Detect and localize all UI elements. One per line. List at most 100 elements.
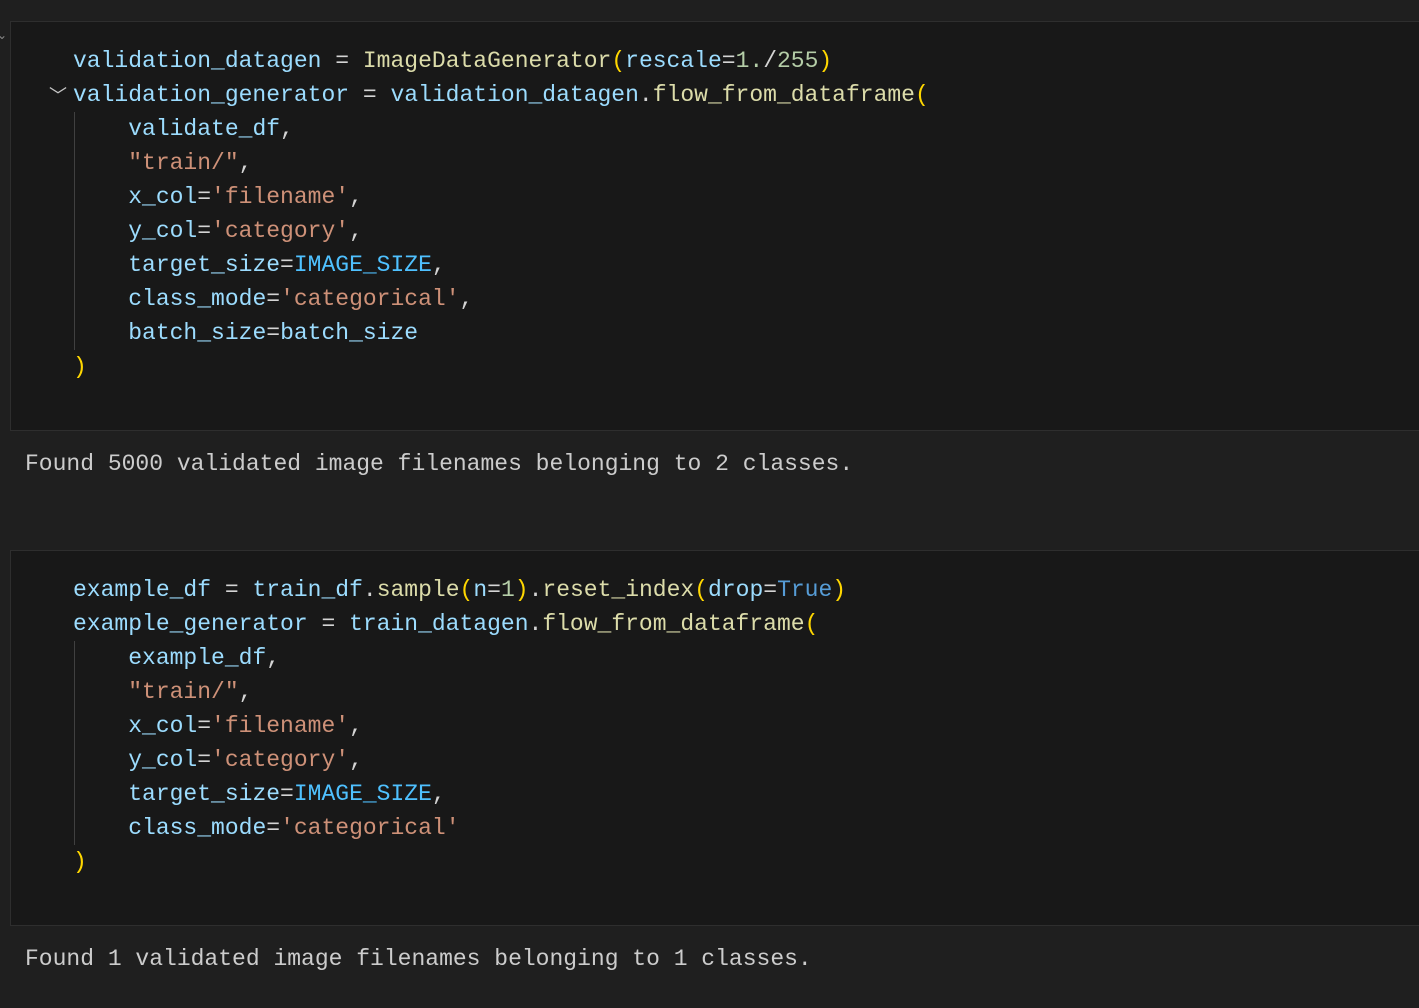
code-token: ) <box>514 577 529 603</box>
code-token: "train/" <box>128 150 239 176</box>
code-line[interactable]: "train/", <box>73 675 846 709</box>
code-token: ) <box>832 577 847 603</box>
code-token: rescale <box>625 48 722 74</box>
code-token: = <box>197 747 212 773</box>
code-token: = <box>349 82 391 108</box>
collapse-indicator-icon[interactable]: ⌄ <box>0 28 7 42</box>
code-line[interactable]: class_mode='categorical', <box>73 282 929 316</box>
code-token: = <box>721 48 736 74</box>
code-token: y_col <box>128 218 198 244</box>
code-token: . <box>528 577 543 603</box>
code-token: , <box>238 679 253 705</box>
code-token: 'filename' <box>211 713 350 739</box>
code-line[interactable]: class_mode='categorical' <box>73 811 846 845</box>
code-line[interactable]: example_generator = train_datagen.flow_f… <box>73 607 846 641</box>
code-token: validation_datagen <box>73 48 322 74</box>
code-line[interactable]: y_col='category', <box>73 743 846 777</box>
code-token: , <box>349 747 363 773</box>
code-token: = <box>197 184 212 210</box>
code-token: validate_df <box>128 116 281 142</box>
code-token: ( <box>914 82 929 108</box>
code-token: , <box>266 645 281 671</box>
code-token: ( <box>694 577 709 603</box>
code-token: = <box>197 218 212 244</box>
code-line[interactable]: target_size=IMAGE_SIZE, <box>73 777 846 811</box>
code-line[interactable]: validate_df, <box>73 112 929 146</box>
code-token: , <box>280 116 294 142</box>
code-token: train_df <box>252 577 363 603</box>
code-editor[interactable]: example_df = train_df.sample(n=1).reset_… <box>73 573 846 879</box>
code-token: 1. <box>735 48 764 74</box>
code-line[interactable]: example_df = train_df.sample(n=1).reset_… <box>73 573 846 607</box>
code-token: n <box>473 577 488 603</box>
code-token: = <box>197 713 212 739</box>
code-token: , <box>459 286 474 312</box>
code-token: 'category' <box>211 747 350 773</box>
code-token: class_mode <box>128 815 267 841</box>
code-token: = <box>280 781 294 807</box>
code-token: ( <box>611 48 626 74</box>
code-token: y_col <box>128 747 198 773</box>
code-line[interactable]: target_size=IMAGE_SIZE, <box>73 248 929 282</box>
chevron-down-icon[interactable]: ﹀ <box>49 82 67 108</box>
code-cell-1[interactable]: ﹀ validation_datagen = ImageDataGenerato… <box>10 21 1419 431</box>
code-line[interactable]: validation_generator = validation_datage… <box>73 78 929 112</box>
code-line[interactable]: x_col='filename', <box>73 709 846 743</box>
code-token: sample <box>376 577 460 603</box>
code-token: example_generator <box>73 611 308 637</box>
code-line[interactable]: x_col='filename', <box>73 180 929 214</box>
code-token: = <box>280 252 294 278</box>
code-token: batch_size <box>280 320 419 346</box>
code-token: = <box>266 815 281 841</box>
code-line[interactable]: y_col='category', <box>73 214 929 248</box>
code-line[interactable]: ) <box>73 350 929 384</box>
code-line[interactable]: batch_size=batch_size <box>73 316 929 350</box>
code-token: 1 <box>500 577 515 603</box>
code-token: drop <box>708 577 764 603</box>
code-token: . <box>362 577 377 603</box>
code-token: , <box>431 781 446 807</box>
code-token: , <box>431 252 446 278</box>
code-token: 255 <box>777 48 819 74</box>
code-token: 'categorical' <box>280 815 460 841</box>
code-token: 'categorical' <box>280 286 460 312</box>
code-token: , <box>349 218 363 244</box>
code-token: , <box>349 713 363 739</box>
code-token: . <box>638 82 653 108</box>
code-line[interactable]: validation_datagen = ImageDataGenerator(… <box>73 44 929 78</box>
code-token: True <box>777 577 833 603</box>
code-token: class_mode <box>128 286 267 312</box>
cell-output-2: Found 1 validated image filenames belong… <box>25 946 812 972</box>
code-token: x_col <box>128 184 198 210</box>
code-token: = <box>763 577 778 603</box>
code-token: example_df <box>73 577 212 603</box>
code-token: = <box>266 320 281 346</box>
code-token: x_col <box>128 713 198 739</box>
code-cell-2[interactable]: example_df = train_df.sample(n=1).reset_… <box>10 550 1419 926</box>
code-token: example_df <box>128 645 267 671</box>
code-token: ) <box>73 849 87 875</box>
code-line[interactable]: "train/", <box>73 146 929 180</box>
code-token: ( <box>459 577 474 603</box>
code-token: ) <box>818 48 833 74</box>
code-editor[interactable]: validation_datagen = ImageDataGenerator(… <box>73 44 929 384</box>
code-token: "train/" <box>128 679 239 705</box>
code-line[interactable]: ) <box>73 845 846 879</box>
code-token: = <box>211 577 253 603</box>
code-token: IMAGE_SIZE <box>293 252 432 278</box>
code-line[interactable]: example_df, <box>73 641 846 675</box>
code-token: / <box>763 48 777 74</box>
code-token: = <box>487 577 501 603</box>
code-token: ImageDataGenerator <box>362 48 612 74</box>
